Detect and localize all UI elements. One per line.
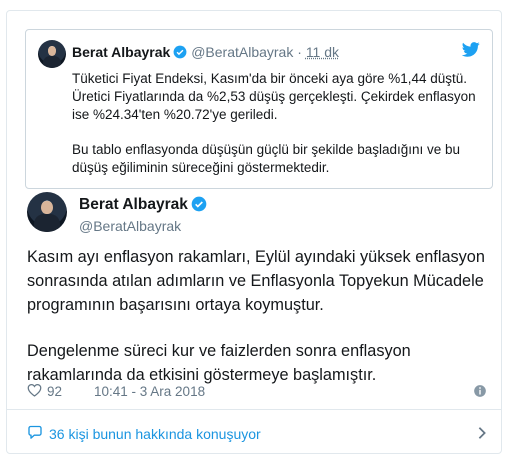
main-author-handle[interactable]: @BeratAlbayrak	[79, 218, 181, 234]
quoted-tweet[interactable]: Berat Albayrak @BeratAlbayrak · 11 dk Tü…	[25, 29, 493, 189]
header-separator: ·	[297, 44, 302, 60]
info-icon[interactable]	[473, 384, 487, 398]
conversation-label[interactable]: 36 kişi bunun hakkında konuşuyor	[49, 426, 261, 442]
quoted-author-name[interactable]: Berat Albayrak	[72, 44, 170, 60]
quoted-time-ago[interactable]: 11 dk	[306, 44, 339, 60]
conversation-link[interactable]: 36 kişi bunun hakkında konuşuyor	[27, 423, 487, 445]
main-author-line: Berat Albayrak	[79, 196, 207, 214]
quoted-tweet-text: Tüketici Fiyat Endeksi, Kasım'da bir önc…	[72, 70, 484, 177]
quoted-avatar[interactable]	[38, 40, 66, 68]
tweet-meta-row: 92 10:41 - 3 Ara 2018	[27, 382, 487, 402]
like-count[interactable]: 92	[47, 384, 62, 399]
main-paragraph-1: Kasım ayı enflasyon rakamları, Eylül ayı…	[27, 248, 485, 314]
twitter-bird-icon[interactable]	[462, 42, 480, 57]
speech-bubble-icon	[28, 425, 42, 439]
quoted-tweet-header: Berat Albayrak @BeratAlbayrak · 11 dk	[72, 44, 339, 60]
verified-badge-icon	[173, 45, 187, 59]
main-tweet-text: Kasım ayı enflasyon rakamları, Eylül ayı…	[27, 245, 497, 387]
quoted-paragraph-1: Tüketici Fiyat Endeksi, Kasım'da bir önc…	[72, 71, 476, 122]
main-paragraph-2: Dengelenme süreci kur ve faizlerden sonr…	[27, 342, 411, 384]
main-author-name[interactable]: Berat Albayrak	[79, 196, 188, 213]
card-divider	[7, 409, 501, 410]
verified-badge-icon	[191, 196, 207, 212]
chevron-right-icon[interactable]	[477, 426, 487, 440]
tweet-timestamp[interactable]: 10:41 - 3 Ara 2018	[94, 384, 205, 399]
embedded-tweet-card: Berat Albayrak @BeratAlbayrak · 11 dk Tü…	[6, 10, 502, 454]
main-avatar[interactable]	[27, 192, 67, 232]
heart-icon[interactable]	[27, 383, 42, 397]
quoted-paragraph-2: Bu tablo enflasyonda düşüşün güçlü bir ş…	[72, 142, 461, 175]
quoted-author-handle[interactable]: @BeratAlbayrak	[191, 44, 293, 60]
